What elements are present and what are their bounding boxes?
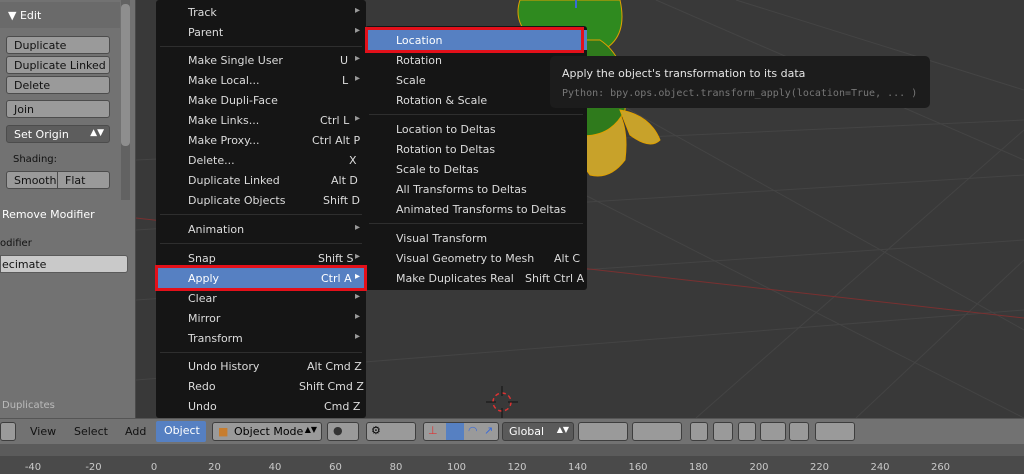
tooltip-python: Python: bpy.ops.object.transform_apply(l…: [562, 88, 918, 99]
menu-item-make-links[interactable]: Make Links... Ctrl L ▸: [156, 110, 366, 130]
layers-grid-2[interactable]: [632, 422, 682, 441]
viewport-header: View Select Add Object ■ Object Mode ▲▼ …: [0, 418, 1024, 444]
set-origin-dropdown[interactable]: Set Origin ▲▼: [6, 125, 110, 143]
duplicate-button[interactable]: Duplicate: [6, 36, 110, 54]
menu-item-mirror[interactable]: Mirror ▸: [156, 308, 366, 328]
menu-item-make-proxy[interactable]: Make Proxy... Ctrl Alt P: [156, 130, 366, 150]
object-menu-button[interactable]: Object: [156, 421, 206, 442]
menu-item-make-duplicates-real[interactable]: Make Duplicates Real Shift Ctrl A: [365, 268, 587, 288]
menu-item-scale-to-deltas[interactable]: Scale to Deltas: [365, 159, 587, 179]
editor-type-icon[interactable]: [0, 422, 16, 441]
remove-modifier-header[interactable]: Remove Modifier: [0, 204, 136, 224]
menu-item-undo-history[interactable]: Undo History Alt Cmd Z: [156, 356, 366, 376]
flat-button[interactable]: Flat: [58, 171, 110, 189]
translate-icon: [446, 423, 464, 440]
modifier-field[interactable]: ecimate: [0, 255, 128, 273]
timeline-tick-label: 0: [150, 462, 158, 473]
scale-icon: ↗: [484, 424, 494, 437]
menu-item-location-to-deltas[interactable]: Location to Deltas: [365, 119, 587, 139]
3d-cursor-icon[interactable]: [484, 384, 520, 420]
mode-label: Object Mode: [234, 425, 304, 438]
timeline-tick-label: -20: [85, 462, 102, 473]
timeline-tick-label: 80: [389, 462, 403, 473]
timeline-tick-label: 220: [809, 462, 830, 473]
timeline-tick-label: 40: [268, 462, 282, 473]
tool-shelf: ▼ Edit Duplicate Duplicate Linked Delete…: [0, 0, 136, 418]
tooltip: Apply the object's transformation to its…: [550, 56, 930, 108]
menu-item-duplicate-linked[interactable]: Duplicate Linked Alt D: [156, 170, 366, 190]
timeline-tick-label: 100: [446, 462, 467, 473]
menu-item-undo[interactable]: Undo Cmd Z: [156, 396, 366, 416]
menu-item-duplicate-objects[interactable]: Duplicate Objects Shift D: [156, 190, 366, 210]
menu-item-track[interactable]: Track ▸: [156, 2, 366, 22]
shading-dropdown[interactable]: ●: [327, 422, 359, 441]
manipulator-toggles[interactable]: ⊥ ◠ ↗: [423, 422, 499, 441]
menu-item-visual-transform[interactable]: Visual Transform: [365, 228, 587, 248]
timeline-tick-label: 240: [870, 462, 890, 473]
cube-icon: ■: [218, 425, 229, 438]
menu-item-make-single-user[interactable]: Make Single User U ▸: [156, 50, 366, 70]
join-button[interactable]: Join: [6, 100, 110, 118]
snap-target-icon[interactable]: [789, 422, 809, 441]
snap-toggle-icon[interactable]: [738, 422, 756, 441]
menu-item-make-dupli-face[interactable]: Make Dupli-Face: [156, 90, 366, 110]
menu-item-make-local[interactable]: Make Local... L ▸: [156, 70, 366, 90]
timeline-tick-label: 120: [507, 462, 527, 473]
smooth-button[interactable]: Smooth: [6, 171, 58, 189]
menu-item-apply[interactable]: Apply Ctrl A ▸: [156, 268, 366, 288]
orientation-label: Global: [509, 425, 545, 438]
timeline-tick-label: -40: [24, 462, 42, 473]
timeline-tick-label: 60: [329, 462, 342, 473]
menu-item-redo[interactable]: Redo Shift Cmd Z: [156, 376, 366, 396]
timeline-strip: [0, 444, 1024, 456]
pivot-icon: ⚙: [371, 424, 381, 437]
menu-item-all-transforms-to-deltas[interactable]: All Transforms to Deltas: [365, 179, 587, 199]
timeline-tick-label: 260: [930, 462, 951, 473]
add-menu[interactable]: Add: [125, 425, 146, 438]
menu-item-clear[interactable]: Clear ▸: [156, 288, 366, 308]
shading-label: Shading:: [13, 154, 57, 165]
menu-item-snap[interactable]: Snap Shift S ▸: [156, 248, 366, 268]
menu-item-parent[interactable]: Parent ▸: [156, 22, 366, 42]
manipulator-icon: ⊥: [428, 424, 438, 437]
duplicate-linked-button[interactable]: Duplicate Linked: [6, 56, 110, 74]
lock-layers-icon[interactable]: [690, 422, 708, 441]
rotate-icon: ◠: [468, 424, 478, 437]
timeline-tick-label: 180: [688, 462, 709, 473]
menu-item-animated-transforms-to-deltas[interactable]: Animated Transforms to Deltas: [365, 199, 587, 219]
tooltip-title: Apply the object's transformation to its…: [562, 67, 806, 80]
orientation-dropdown[interactable]: Global ▲▼: [502, 422, 574, 441]
delete-button[interactable]: Delete: [6, 76, 110, 94]
timeline-tick-label: 160: [628, 462, 648, 473]
shading-toggle: Smooth Flat: [6, 171, 110, 189]
faded-text: Duplicates: [2, 400, 55, 411]
timeline-tick-label: 140: [567, 462, 588, 473]
updown-arrow-icon: ▲▼: [556, 425, 569, 434]
menu-item-delete[interactable]: Delete... X: [156, 150, 366, 170]
select-menu[interactable]: Select: [74, 425, 108, 438]
sphere-icon: ●: [333, 424, 343, 437]
proportional-editing-icon[interactable]: [713, 422, 733, 441]
updown-arrow-icon: ▲▼: [304, 425, 317, 434]
edit-panel-header[interactable]: ▼ Edit: [0, 2, 120, 28]
updown-arrow-icon: ▲▼: [90, 128, 104, 138]
menu-item-rotation-to-deltas[interactable]: Rotation to Deltas: [365, 139, 587, 159]
menu-item-location[interactable]: Location: [365, 30, 587, 50]
menu-item-animation[interactable]: Animation ▸: [156, 219, 366, 239]
menu-item-visual-geometry-to-mesh[interactable]: Visual Geometry to Mesh Alt C: [365, 248, 587, 268]
timeline-tick-label: 200: [749, 462, 769, 473]
snap-element-icon[interactable]: [760, 422, 786, 441]
layers-grid-1[interactable]: [578, 422, 628, 441]
mode-dropdown[interactable]: ■ Object Mode ▲▼: [212, 422, 322, 441]
timeline-tick-label: 20: [208, 462, 221, 473]
render-icons[interactable]: [815, 422, 855, 441]
pivot-dropdown[interactable]: ⚙: [366, 422, 416, 441]
view-menu[interactable]: View: [30, 425, 56, 438]
timeline-ruler[interactable]: -40 -20 0 20 40 60 80 100 120 140 160 180 200 220 240 2…: [0, 444, 1024, 474]
menu-item-transform[interactable]: Transform ▸: [156, 328, 366, 348]
set-origin-label: Set Origin: [14, 128, 69, 141]
scrollbar-thumb[interactable]: [121, 4, 130, 146]
object-menu: Track ▸ Parent ▸ Make Single User U ▸ Make L…: [156, 0, 366, 418]
modifier-label: odifier: [0, 238, 32, 249]
